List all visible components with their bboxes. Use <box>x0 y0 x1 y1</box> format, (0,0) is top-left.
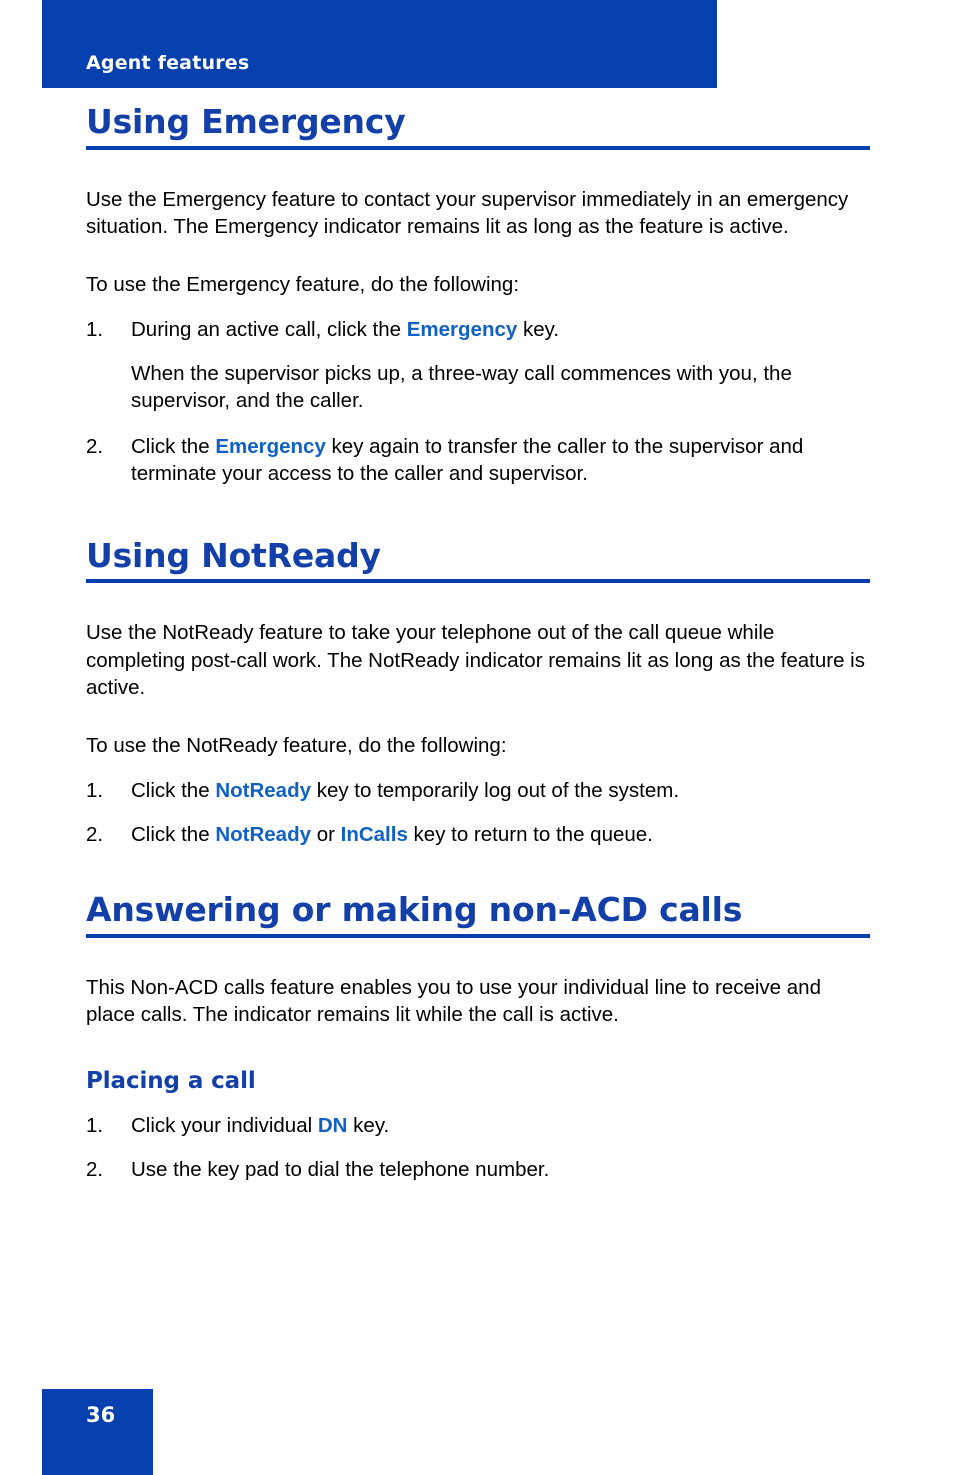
heading-rule-wrapper: Using NotReady <box>86 537 870 584</box>
paragraph-emergency-intro: Use the Emergency feature to contact you… <box>86 187 849 239</box>
list-item-number: 1. <box>86 1114 104 1138</box>
list-item-sub-paragraph: When the supervisor picks up, a three-wa… <box>131 361 792 413</box>
list-item-number: 1. <box>86 779 104 803</box>
list-item-content: Click the NotReady or InCalls key to ret… <box>131 821 870 849</box>
list-item-text-before: Click the <box>131 779 216 803</box>
list-item-text-after: key to temporarily log out of the system… <box>311 779 680 803</box>
list-emergency-steps: 1. During an active call, click the Emer… <box>86 316 870 488</box>
list-item-number: 1. <box>86 318 104 342</box>
list-item-text-after: key to return to the queue. <box>407 822 653 846</box>
footer-page-block: 36 <box>42 1389 153 1475</box>
list-item-text-mid: or <box>311 822 341 846</box>
list-item: 1. Click the NotReady key to temporarily… <box>86 777 870 805</box>
paragraph-emergency-leadin: To use the Emergency feature, do the fol… <box>86 272 520 296</box>
list-item: 1. During an active call, click the Emer… <box>86 316 870 415</box>
paragraph-notready-leadin: To use the NotReady feature, do the foll… <box>86 733 507 757</box>
heading-rule-wrapper: Answering or making non-ACD calls <box>86 892 870 938</box>
list-item-text-before: During an active call, click the <box>131 318 407 342</box>
keyword-dn: DN <box>317 1114 348 1138</box>
list-item-number: 2. <box>86 434 104 458</box>
section-heading-using-emergency: Using Emergency <box>86 104 870 150</box>
keyword-emergency: Emergency <box>406 318 518 342</box>
list-item-text-before: Click the <box>131 434 216 458</box>
list-item-content: Click your individual DN key. <box>131 1112 870 1140</box>
list-item-number: 2. <box>86 822 104 846</box>
subsection-heading-placing-a-call: Placing a call <box>86 1067 256 1094</box>
paragraph-non-acd-intro: This Non-ACD calls feature enables you t… <box>86 975 821 1027</box>
list-item-content: During an active call, click the Emergen… <box>131 316 870 344</box>
list-item-content: Use the key pad to dial the telephone nu… <box>131 1156 870 1184</box>
section-non-acd-calls: Answering or making non-ACD calls This N… <box>86 892 870 1183</box>
running-header-banner: Agent features <box>42 0 717 88</box>
list-item-text-after: key. <box>517 318 560 342</box>
section-using-emergency: Using Emergency Use the Emergency featur… <box>86 104 870 488</box>
list-notready-steps: 1. Click the NotReady key to temporarily… <box>86 777 870 848</box>
list-item-text-before: Use the key pad to dial the telephone nu… <box>131 1157 550 1181</box>
list-item-text-after: key. <box>347 1114 390 1138</box>
keyword-emergency: Emergency <box>215 434 326 458</box>
heading-rule-wrapper: Using Emergency <box>86 104 870 150</box>
section-using-notready: Using NotReady Use the NotReady feature … <box>86 537 870 849</box>
keyword-notready: NotReady <box>215 822 311 846</box>
list-item-text-before: Click the <box>131 822 216 846</box>
paragraph-notready-intro: Use the NotReady feature to take your te… <box>86 621 865 700</box>
page-number: 36 <box>86 1403 116 1427</box>
keyword-notready: NotReady <box>215 779 311 803</box>
list-item: 2. Use the key pad to dial the telephone… <box>86 1156 870 1184</box>
section-heading-using-notready: Using NotReady <box>86 537 870 584</box>
list-item-content: Click the NotReady key to temporarily lo… <box>131 777 870 805</box>
list-item: 2. Click the Emergency key again to tran… <box>86 433 870 488</box>
list-item-content: Click the Emergency key again to transfe… <box>131 433 870 488</box>
list-item-number: 2. <box>86 1157 104 1181</box>
running-header-title: Agent features <box>86 52 250 74</box>
list-placing-a-call-steps: 1. Click your individual DN key. 2. Use … <box>86 1112 870 1183</box>
page-content: Using Emergency Use the Emergency featur… <box>86 104 870 1183</box>
list-item-text-before: Click your individual <box>131 1114 318 1138</box>
section-heading-non-acd-calls: Answering or making non-ACD calls <box>86 892 870 938</box>
keyword-incalls: InCalls <box>340 822 408 846</box>
list-item: 1. Click your individual DN key. <box>86 1112 870 1140</box>
list-item: 2. Click the NotReady or InCalls key to … <box>86 821 870 849</box>
